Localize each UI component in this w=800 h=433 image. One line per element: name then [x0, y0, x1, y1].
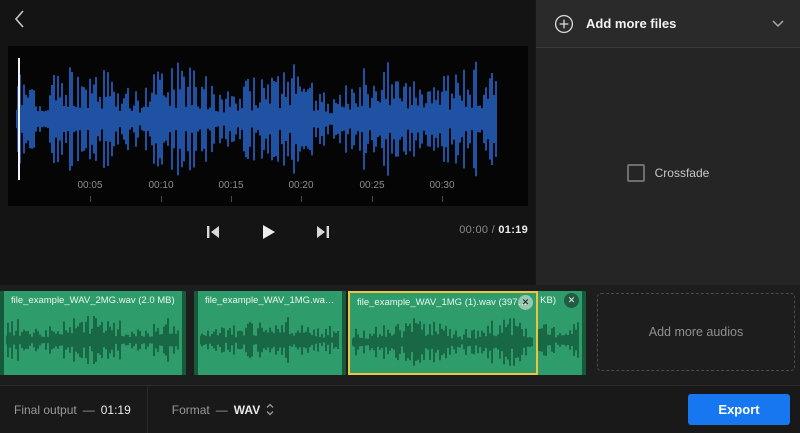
previous-track-button[interactable]	[201, 220, 225, 244]
play-button[interactable]	[255, 219, 281, 245]
final-output: Final output — 01:19	[14, 403, 131, 417]
format-label: Format	[171, 402, 210, 417]
waveform-panel[interactable]: 00:05 00:10 00:15 00:20 00:25 00:30	[8, 46, 528, 206]
crossfade-label: Crossfade	[654, 166, 710, 180]
previous-track-icon	[207, 226, 219, 238]
ruler-tick	[442, 196, 443, 202]
close-clip-icon[interactable]: ✕	[564, 293, 579, 308]
audio-clip-2[interactable]: file_example_WAV_1MG.wav (1.0 MB)	[194, 291, 346, 375]
total-time: 01:19	[498, 224, 528, 236]
ruler-tick	[161, 196, 162, 202]
final-output-value: 01:19	[100, 402, 131, 417]
add-more-files-label: Add more files	[586, 16, 677, 31]
current-time: 00:00	[459, 224, 489, 236]
timeline: file_example_WAV_2MG.wav (2.0 MB) file_e…	[0, 285, 800, 385]
dash: —	[215, 402, 228, 417]
add-more-audios-label: Add more audios	[648, 325, 744, 339]
add-more-files-button[interactable]: Add more files	[536, 0, 800, 48]
next-track-button[interactable]	[311, 220, 335, 244]
time-label: 00:30	[429, 180, 455, 191]
main-waveform	[16, 61, 497, 177]
crossfade-checkbox[interactable]	[626, 164, 645, 182]
add-more-audios-button[interactable]: Add more audios	[597, 293, 795, 371]
time-label: 00:25	[359, 180, 385, 191]
ruler-tick	[372, 196, 373, 202]
time-label: 00:10	[148, 180, 174, 191]
format-stepper-icon	[266, 403, 274, 416]
clip-waveform	[352, 318, 533, 366]
playhead[interactable]	[18, 58, 20, 180]
clip-waveform	[6, 315, 179, 365]
final-output-label: Final output	[14, 402, 77, 417]
time-separator: /	[491, 224, 495, 236]
play-icon	[263, 225, 275, 239]
export-button[interactable]: Export	[688, 394, 790, 425]
crossfade-option[interactable]: Crossfade	[536, 164, 800, 182]
ruler-tick	[231, 196, 232, 202]
back-button[interactable]	[8, 4, 31, 37]
ruler-tick	[301, 196, 302, 202]
clip-label: file_example_WAV_2MG.wav (2.0 MB)	[11, 295, 175, 306]
time-display: 00:00 / 01:19	[459, 224, 528, 236]
audio-clip-3-selected[interactable]: file_example_WAV_1MG (1).wav (397.0 KB) …	[348, 291, 538, 375]
dash: —	[82, 402, 95, 417]
audio-merger-app: 00:05 00:10 00:15 00:20 00:25 00:30 00:0…	[0, 0, 800, 433]
close-clip-icon[interactable]: ✕	[518, 295, 533, 310]
footer-bar: Final output — 01:19 Format — WAV Export	[0, 385, 800, 433]
chevron-down-icon	[772, 19, 784, 27]
time-label: 00:15	[218, 180, 244, 191]
transport-controls	[8, 212, 528, 252]
footer-divider	[146, 386, 148, 433]
format-select[interactable]: Format — WAV	[166, 402, 280, 418]
collapse-panel-button[interactable]	[762, 0, 794, 47]
clip-label: file_example_WAV_1MG (1).wav (397.0 KB)	[357, 297, 529, 308]
ruler-tick	[90, 196, 91, 202]
chevron-left-icon	[14, 10, 24, 28]
files-sidebar: Add more files Crossfade	[535, 0, 800, 285]
format-value: WAV	[233, 402, 261, 417]
next-track-icon	[317, 226, 329, 238]
time-label: 00:20	[288, 180, 314, 191]
audio-clip-1[interactable]: file_example_WAV_2MG.wav (2.0 MB)	[0, 291, 186, 375]
editor-pane: 00:05 00:10 00:15 00:20 00:25 00:30 00:0…	[0, 0, 535, 285]
plus-circle-icon	[554, 14, 574, 33]
clip-label: file_example_WAV_1MG.wav (1.0 MB)	[205, 295, 335, 306]
time-label: 00:05	[77, 180, 103, 191]
clip-waveform	[200, 317, 339, 363]
